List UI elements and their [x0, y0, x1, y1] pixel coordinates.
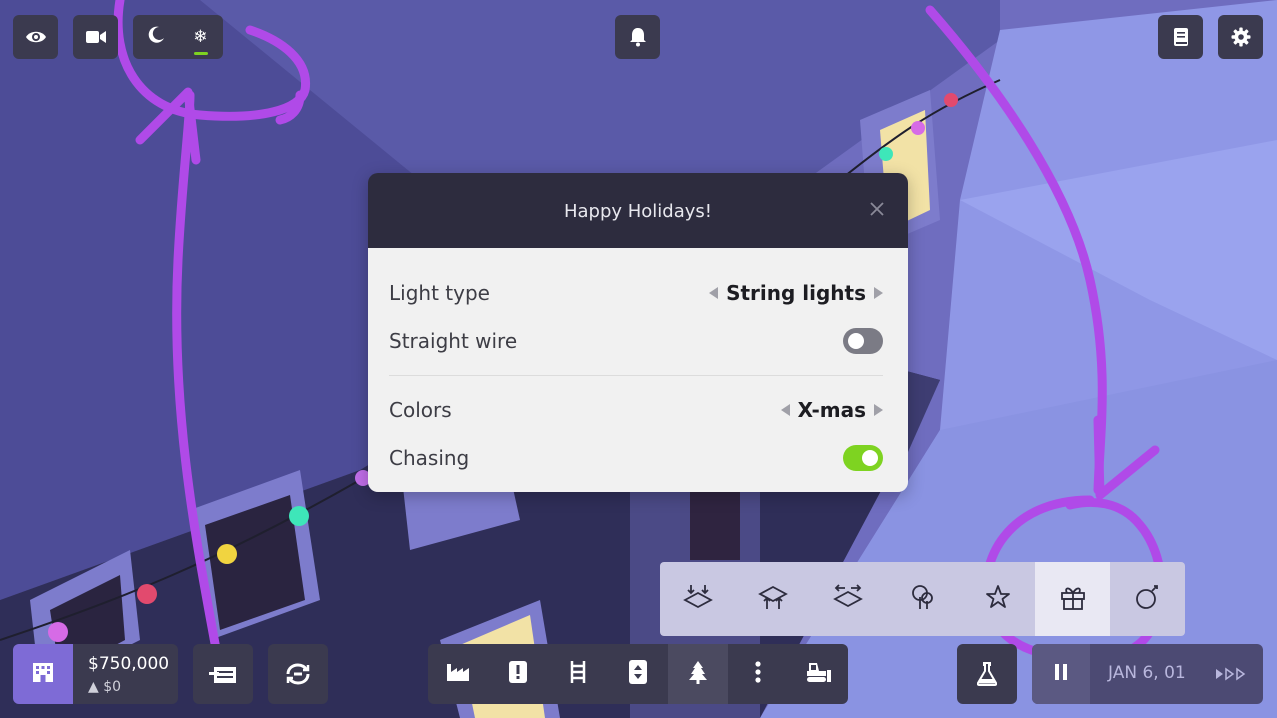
- view-button[interactable]: [13, 15, 58, 59]
- wall-lights-tool[interactable]: [810, 562, 885, 636]
- pause-icon: [1053, 663, 1069, 685]
- money-amount: $750,000: [88, 654, 170, 674]
- demolish-button[interactable]: [268, 644, 328, 704]
- game-date: JAN 6, 01: [1108, 663, 1186, 683]
- light-type-value: String lights: [726, 281, 866, 305]
- divider: [389, 375, 883, 376]
- dialog-header: Happy Holidays!: [368, 173, 908, 248]
- camera-button[interactable]: [73, 15, 118, 59]
- ornament-tool[interactable]: [1110, 562, 1185, 636]
- moon-icon: [147, 26, 165, 48]
- light-type-selector: String lights: [709, 281, 883, 305]
- bulldozer-tool[interactable]: [788, 644, 848, 704]
- funds-panel[interactable]: $750,000 ▲ $0: [13, 644, 178, 704]
- light-type-row: Light type String lights: [389, 273, 883, 313]
- tree-lights-icon: [909, 583, 937, 615]
- ground-lights-tool[interactable]: [660, 562, 735, 636]
- ladder-tool[interactable]: [548, 644, 608, 704]
- book-button[interactable]: [1158, 15, 1203, 59]
- bell-icon: [629, 27, 647, 47]
- colors-label: Colors: [389, 398, 452, 422]
- roof-lights-tool[interactable]: [735, 562, 810, 636]
- dialog-title: Happy Holidays!: [563, 201, 713, 222]
- notifications-button[interactable]: [615, 15, 660, 59]
- factory-icon: [446, 662, 470, 686]
- eye-icon: [25, 29, 47, 45]
- straight-wire-row: Straight wire: [389, 321, 883, 361]
- money-delta: ▲ $0: [88, 679, 122, 695]
- light-type-label: Light type: [389, 281, 490, 305]
- straight-wire-toggle[interactable]: [843, 328, 883, 354]
- gift-tool[interactable]: [1035, 562, 1110, 636]
- prev-arrow-icon[interactable]: [709, 287, 719, 299]
- ladder-icon: [569, 660, 587, 688]
- tree-lights-tool[interactable]: [885, 562, 960, 636]
- more-tool[interactable]: [728, 644, 788, 704]
- ornament-icon: [1134, 583, 1162, 615]
- building-button[interactable]: [13, 644, 73, 704]
- snowflake-icon: ❄: [193, 27, 208, 47]
- colors-row: Colors X-mas: [389, 390, 883, 430]
- star-icon: [985, 584, 1011, 614]
- settings-button[interactable]: [1218, 15, 1263, 59]
- build-toolbar: [428, 644, 848, 704]
- gear-icon: [1231, 27, 1251, 47]
- active-indicator: [193, 52, 208, 55]
- toggle-knob: [848, 333, 864, 349]
- elevator-icon: [629, 660, 647, 688]
- chasing-label: Chasing: [389, 446, 470, 470]
- warning-icon: [509, 661, 527, 687]
- holiday-dialog: Happy Holidays! Light type String lights…: [368, 173, 908, 492]
- chasing-toggle[interactable]: [843, 445, 883, 471]
- dialog-body: Light type String lights Straight wire C…: [368, 248, 908, 492]
- gift-icon: [1059, 583, 1087, 615]
- warning-tool[interactable]: [488, 644, 548, 704]
- decorations-toolbar: [660, 562, 1185, 636]
- building-icon: [31, 660, 55, 688]
- roof-lights-icon: [757, 583, 788, 615]
- more-icon: [755, 661, 761, 687]
- fast-forward-icon[interactable]: [1215, 666, 1249, 685]
- next-arrow-icon[interactable]: [874, 404, 883, 416]
- elevator-tool[interactable]: [608, 644, 668, 704]
- straight-wire-label: Straight wire: [389, 329, 518, 353]
- season-toggle-group: ❄: [133, 15, 223, 59]
- construction-button[interactable]: [193, 644, 253, 704]
- prev-arrow-icon[interactable]: [780, 404, 790, 416]
- pause-button[interactable]: [1032, 644, 1090, 704]
- book-icon: [1172, 27, 1190, 47]
- winter-mode-button[interactable]: ❄: [178, 15, 223, 59]
- bulldozer-icon: [804, 661, 832, 687]
- blueprint-icon: [208, 663, 238, 685]
- night-mode-button[interactable]: [133, 15, 178, 59]
- close-button[interactable]: [864, 197, 890, 223]
- tree-icon: [688, 660, 708, 688]
- close-icon: [870, 201, 884, 220]
- toggle-knob: [862, 450, 878, 466]
- time-control: JAN 6, 01: [1032, 644, 1263, 704]
- tree-tool[interactable]: [668, 644, 728, 704]
- colors-value: X-mas: [797, 398, 866, 422]
- star-tool[interactable]: [960, 562, 1035, 636]
- ground-lights-icon: [682, 583, 713, 615]
- chasing-row: Chasing: [389, 438, 883, 478]
- video-camera-icon: [85, 29, 107, 45]
- factory-tool[interactable]: [428, 644, 488, 704]
- wall-lights-icon: [832, 583, 863, 615]
- next-arrow-icon[interactable]: [874, 287, 883, 299]
- recycle-icon: [283, 662, 313, 686]
- research-button[interactable]: [957, 644, 1017, 704]
- colors-selector: X-mas: [780, 398, 883, 422]
- flask-icon: [977, 662, 997, 686]
